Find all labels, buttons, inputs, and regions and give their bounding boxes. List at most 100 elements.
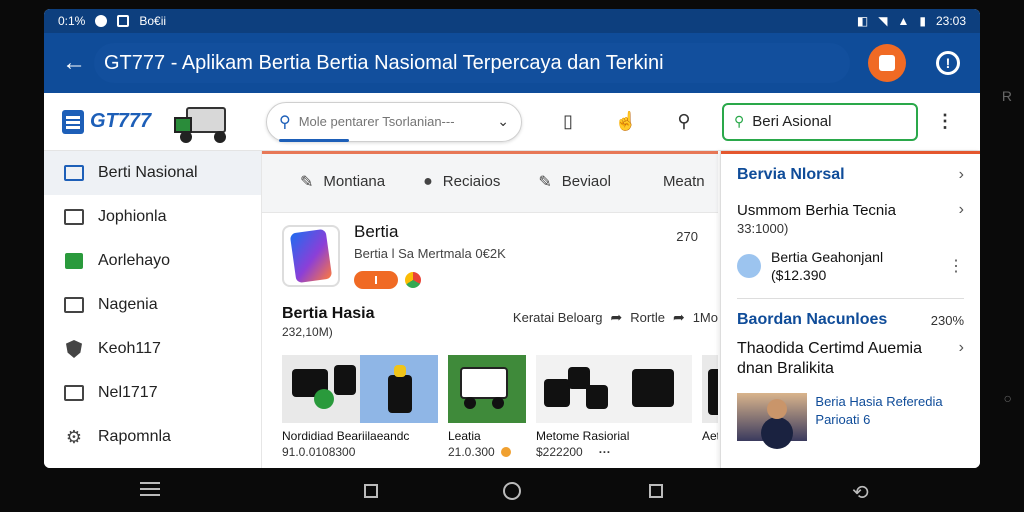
section-action-2[interactable]: Rortle <box>630 310 665 325</box>
chevron-down-icon[interactable]: ⌄ <box>497 113 509 130</box>
thumb-item[interactable]: Metome Rasiorial $222200 ··· <box>536 355 692 459</box>
sidebar-item-label: Berti Nasional <box>98 164 198 181</box>
thumb-item[interactable]: Aet <box>702 355 718 459</box>
sidebar-item-jophionla[interactable]: Jophionla <box>44 195 261 239</box>
category-search[interactable]: ⚲ Beri Asional <box>722 102 918 141</box>
news-text: Beria Hasia Referedia Parioati 6 <box>815 394 943 427</box>
more-icon[interactable]: ··· <box>599 445 611 459</box>
thumb-label: Aet <box>702 429 718 443</box>
news-image <box>737 393 808 441</box>
main-content: ✎ Montiana ● Reciaios ✎ Beviaol Meatn Be… <box>262 151 718 468</box>
section-header: Bertia Hasia 232,10M) Keratai Beloarg ➦ … <box>262 299 718 343</box>
panel-section-num: 230% <box>930 312 964 328</box>
panel-header[interactable]: Bervia Nlorsal › <box>721 151 980 195</box>
monitor-icon <box>62 163 86 183</box>
sidebar-item-label: Keoh117 <box>98 340 161 357</box>
sidebar-item-nagenia[interactable]: Nagenia <box>44 283 261 327</box>
sidebar-item-berti-nasional[interactable]: Berti Nasional <box>44 151 261 195</box>
search-input[interactable] <box>298 114 498 129</box>
thumb-sub: $222200 <box>536 445 583 459</box>
profile-button[interactable] <box>868 44 906 82</box>
sidebar-item-aorlehayo[interactable]: Aorlehayo <box>44 239 261 283</box>
thumb-sub-row: 21.0.300 <box>448 445 526 459</box>
thumb-sub-row: $222200 ··· <box>536 445 692 459</box>
logo-text: GT777 <box>90 110 152 132</box>
side-button-icon: R <box>1001 88 1012 104</box>
back-icon[interactable]: ⟲ <box>852 480 869 505</box>
panel-row[interactable]: Thaodida Certimd Auemia dnan Bralikita › <box>721 333 980 385</box>
wifi-icon: ◥ <box>878 14 888 28</box>
tab-beviaol[interactable]: ✎ Beviaol <box>538 172 611 192</box>
sidebar-item-nel1717[interactable]: Nel1717 <box>44 371 261 415</box>
panel-user-sub: ($12.390 <box>771 267 827 283</box>
more-options-icon[interactable]: ⋮ <box>936 111 954 132</box>
sidebar-item-label: Aorlehayo <box>98 252 171 269</box>
edit-icon: ✎ <box>300 173 314 191</box>
panel-header-label: Bervia Nlorsal <box>737 165 845 183</box>
sidebar-item-keoh117[interactable]: Keoh117 <box>44 327 261 371</box>
search-icon: ⚲ <box>279 113 291 131</box>
share-icon[interactable]: ➦ <box>611 309 623 326</box>
thumb-label: Nordidiad Beariilaeandc <box>282 429 410 443</box>
card-title: Bertia <box>354 221 399 241</box>
featured-card[interactable]: Bertia Bertia l Sa Mertmala 0€2K 270 <box>262 213 718 299</box>
product-image <box>360 355 438 423</box>
like-icon[interactable]: ☝ <box>614 110 638 134</box>
back-arrow-icon[interactable]: ← <box>44 49 104 77</box>
status-bar: 0:1% Bo€ii ◧ ◥ ▲ ▮ 23:03 <box>44 9 980 33</box>
sidebar-item-label: Rapomnla <box>98 428 171 445</box>
sidebar-item-label: Nel1717 <box>98 384 158 401</box>
right-panel: Bervia Nlorsal › Usmmom Berhia Tecnia 33… <box>720 151 980 468</box>
alert-icon[interactable]: ! <box>936 51 960 75</box>
profile-icon <box>879 55 895 71</box>
tab-label: Reciaios <box>442 173 501 190</box>
news-item[interactable]: Beria Hasia Referedia Parioati 6 <box>721 385 980 449</box>
logo-mark-icon <box>62 109 84 134</box>
thumb-item[interactable]: Nordidiad Beariilaeandc 91.0.0108300 <box>282 355 438 459</box>
truck-illustration <box>174 103 236 143</box>
panel-row-title: Usmmom Berhia Tecnia <box>737 202 896 219</box>
chevron-right-icon: › <box>958 201 964 218</box>
tab-meatn[interactable]: Meatn <box>663 173 705 190</box>
recent-apps-icon[interactable] <box>364 484 378 498</box>
phone-thumbnail <box>282 225 340 287</box>
tab-reciaios[interactable]: ● Reciaios <box>423 173 500 191</box>
chrome-icon[interactable] <box>402 268 424 291</box>
section-action-3[interactable]: 1Mo <box>693 310 718 325</box>
panel-row[interactable]: Usmmom Berhia Tecnia 33:1000) › <box>721 195 980 242</box>
tab-label: Montiana <box>323 173 386 190</box>
battery-icon: ▮ <box>919 14 926 28</box>
sidebar-item-rapomnla[interactable]: ⚙ Rapomnla <box>44 415 261 459</box>
status-time: 23:03 <box>935 14 966 28</box>
home-icon[interactable] <box>503 482 521 500</box>
brand-logo[interactable]: GT777 <box>62 109 162 134</box>
tab-label: Meatn <box>662 173 705 190</box>
app-bar: ← GT777 - Aplikam Bertia Bertia Nasiomal… <box>44 33 980 93</box>
search-icon: ⚲ <box>734 113 745 129</box>
gallery-icon <box>62 207 86 227</box>
chevron-right-icon: › <box>958 165 964 183</box>
thumb-label: Leatia <box>448 429 481 443</box>
notification-dot-icon <box>95 15 108 27</box>
more-options-icon[interactable]: ⋮ <box>948 256 964 276</box>
install-button[interactable] <box>354 270 398 289</box>
search-icon[interactable]: ⚲ <box>672 110 696 134</box>
overview-icon[interactable] <box>649 484 663 498</box>
search-bar[interactable]: ⚲ ⌄ <box>266 101 522 142</box>
tab-bar: ✎ Montiana ● Reciaios ✎ Beviaol Meatn <box>262 151 718 213</box>
panel-user[interactable]: Bertia Geahonjanl ($12.390 ⋮ <box>721 242 980 290</box>
card-count: 270 <box>676 229 698 244</box>
thumb-item[interactable]: Leatia 21.0.300 <box>448 355 526 459</box>
sidebar: Berti Nasional Jophionla Aorlehayo Nagen… <box>44 151 262 468</box>
tab-montiana[interactable]: ✎ Montiana <box>300 172 385 192</box>
nfc-icon: ◧ <box>856 14 869 28</box>
tab-label: Beviaol <box>561 173 611 190</box>
bookmark-icon[interactable]: ▯ <box>556 110 580 134</box>
sidebar-item-label: Nagenia <box>98 296 158 313</box>
toolbar: GT777 ⚲ ⌄ ▯ ☝ ⚲ ⚲ Beri Asional ⋮ <box>44 93 980 151</box>
menu-icon[interactable] <box>140 482 160 496</box>
section-action-1[interactable]: Keratai Beloarg <box>513 310 603 325</box>
share-icon[interactable]: ➦ <box>673 309 685 326</box>
status-left-text: 0:1% <box>58 14 86 28</box>
panel-section-title: Baordan Nacunloes <box>737 311 888 328</box>
